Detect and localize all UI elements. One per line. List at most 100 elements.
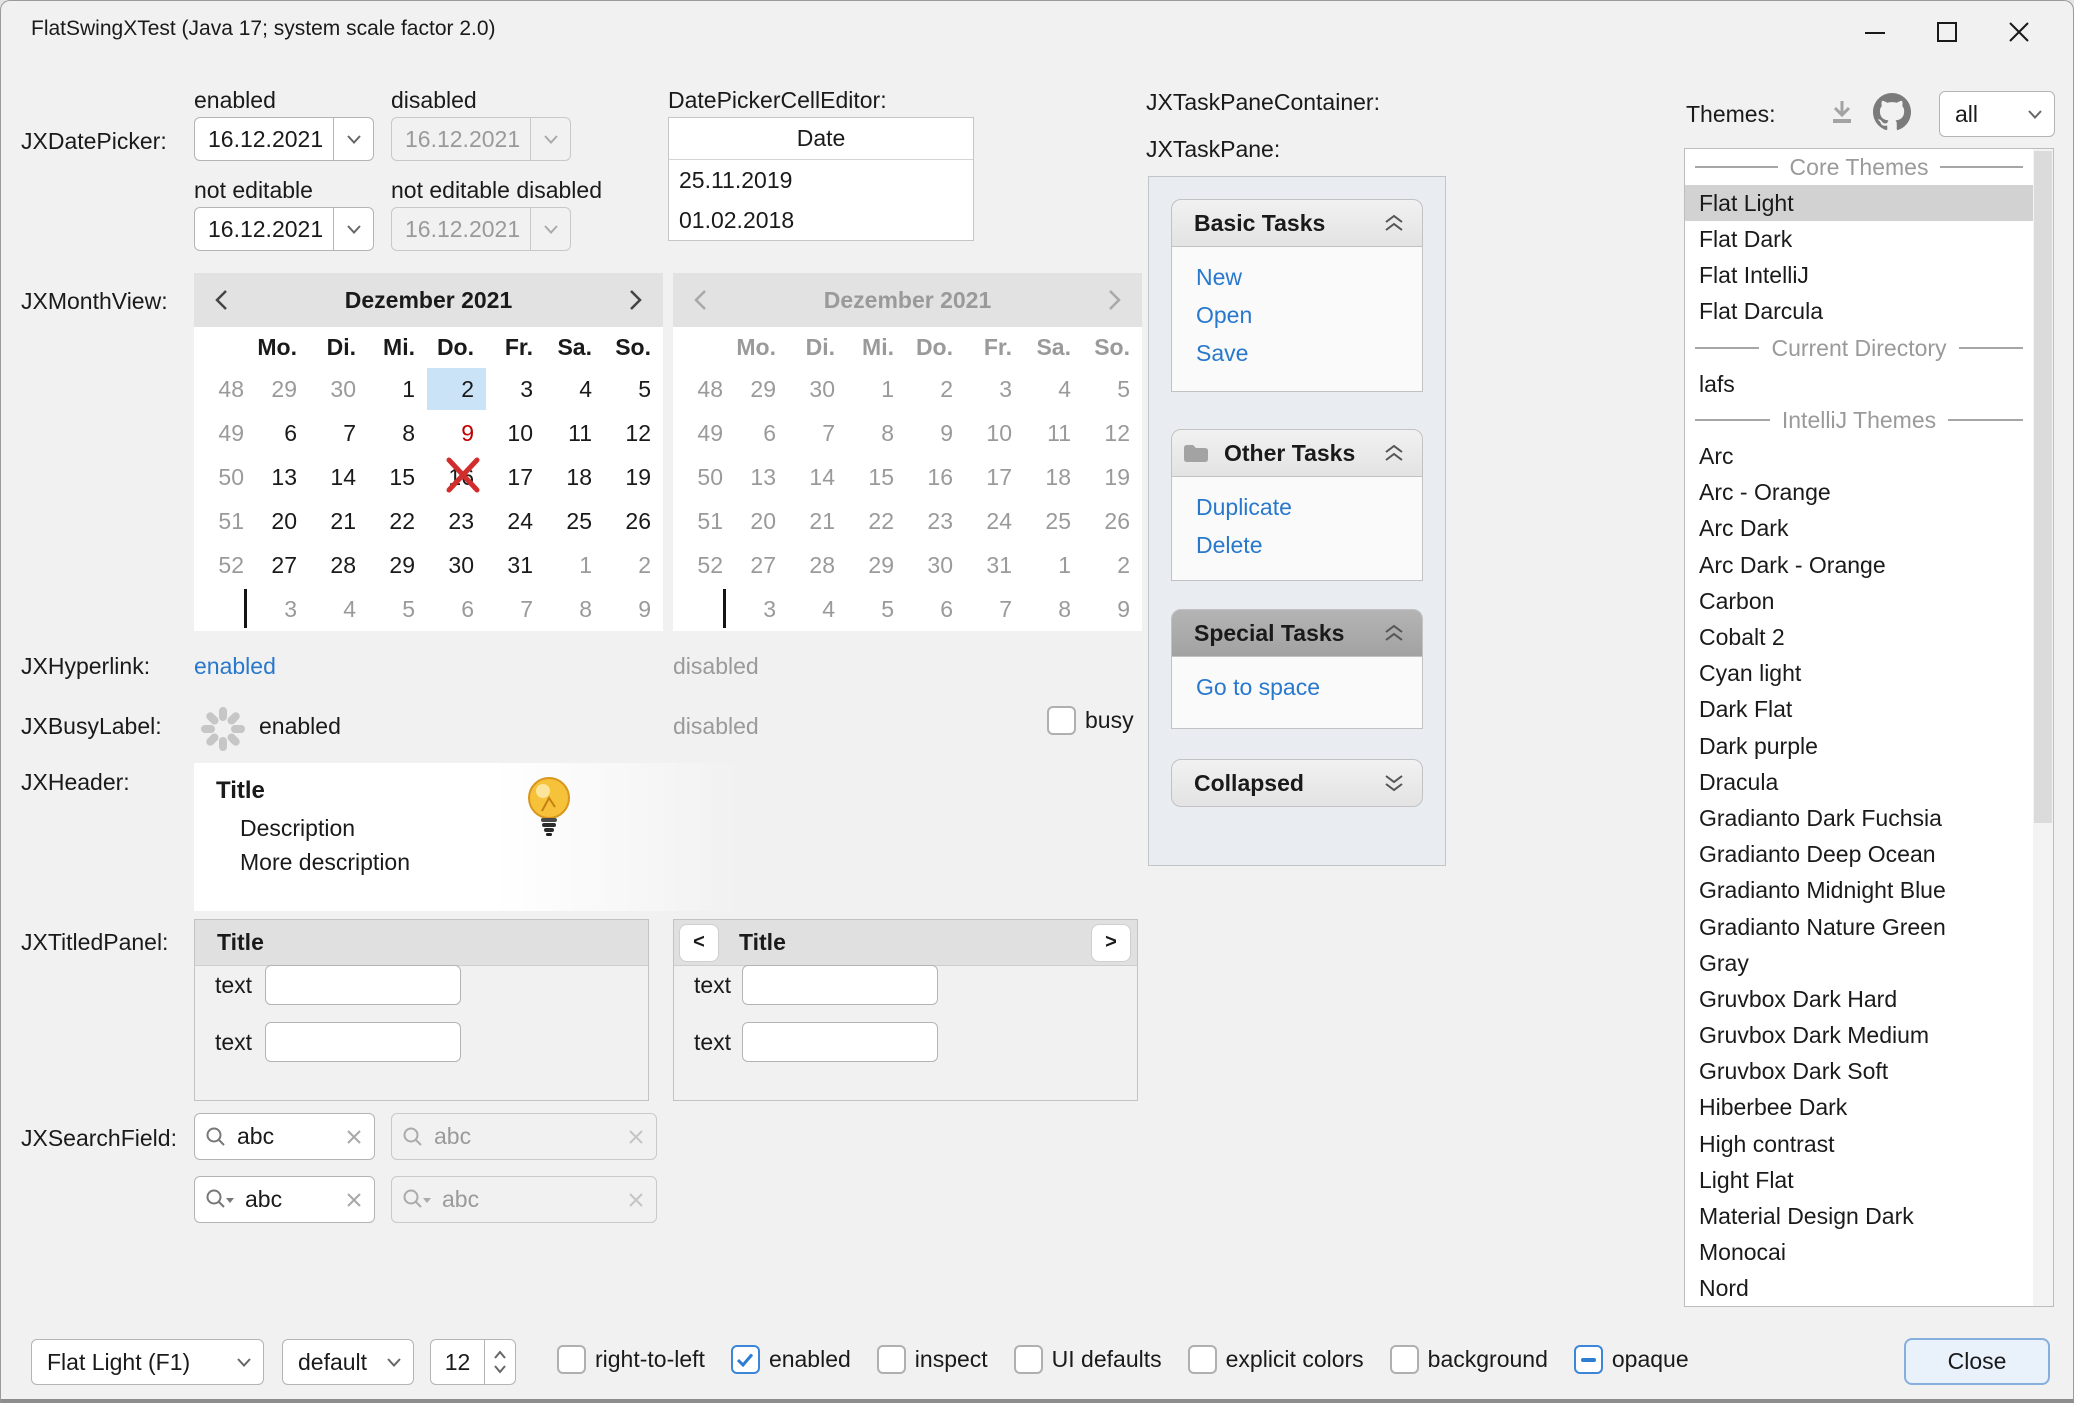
titledpanel-next-button[interactable]: >	[1091, 924, 1131, 962]
theme-list-item[interactable]: High contrast	[1685, 1126, 2033, 1162]
checkbox-explicit-colors[interactable]: explicit colors	[1188, 1345, 1364, 1374]
theme-list-item[interactable]: Arc - Orange	[1685, 475, 2033, 511]
themes-filter-combo[interactable]: all	[1939, 91, 2055, 137]
day-cell[interactable]: 18	[545, 456, 604, 498]
searchfield-menu-enabled[interactable]: abc	[194, 1176, 375, 1223]
theme-list-item[interactable]: Gradianto Midnight Blue	[1685, 873, 2033, 909]
cell-editor-row[interactable]: 25.11.2019	[669, 160, 973, 200]
day-cell[interactable]: 8	[545, 588, 604, 630]
theme-list-item[interactable]: Dark purple	[1685, 728, 2033, 764]
theme-list-item[interactable]: Flat Darcula	[1685, 294, 2033, 330]
theme-list-item[interactable]: Nord	[1685, 1271, 2033, 1307]
theme-list-item[interactable]: Material Design Dark	[1685, 1198, 2033, 1234]
day-cell[interactable]: 25	[545, 500, 604, 542]
day-cell[interactable]: 2	[604, 544, 663, 586]
searchfield-enabled[interactable]: abc	[194, 1113, 375, 1160]
theme-list-item[interactable]: Gradianto Dark Fuchsia	[1685, 800, 2033, 836]
font-size-spinner-buttons[interactable]	[484, 1340, 515, 1384]
theme-list-item[interactable]: Gray	[1685, 945, 2033, 981]
clear-icon[interactable]	[346, 1129, 362, 1145]
theme-list-item[interactable]: Gruvbox Dark Soft	[1685, 1054, 2033, 1090]
taskpane-title[interactable]: Special Tasks	[1171, 609, 1423, 657]
checkbox-box[interactable]	[1014, 1345, 1043, 1374]
taskpane-collapse-button[interactable]	[1382, 623, 1406, 643]
checkbox-box[interactable]	[1188, 1345, 1217, 1374]
day-cell[interactable]: 3	[486, 368, 545, 410]
checkbox-ui-defaults[interactable]: UI defaults	[1014, 1345, 1162, 1374]
day-cell[interactable]: 4	[309, 588, 368, 630]
taskpane-link[interactable]: Delete	[1196, 531, 1422, 560]
searchfield-menu-enabled-value[interactable]: abc	[245, 1186, 336, 1213]
checkbox-box[interactable]	[557, 1345, 586, 1374]
close-window-button[interactable]	[1995, 13, 2043, 51]
theme-list-item[interactable]: Cyan light	[1685, 656, 2033, 692]
checkbox-box[interactable]	[731, 1345, 760, 1374]
themes-list[interactable]: Core ThemesFlat LightFlat DarkFlat Intel…	[1684, 148, 2054, 1307]
titledpanel-prev-button[interactable]: <	[679, 924, 719, 962]
day-cell[interactable]: 24	[486, 500, 545, 542]
checkbox-enabled[interactable]: enabled	[731, 1345, 851, 1374]
theme-list-item[interactable]: Hiberbee Dark	[1685, 1090, 2033, 1126]
busy-checkbox[interactable]: busy	[1047, 706, 1134, 735]
day-cell[interactable]: 29	[250, 368, 309, 410]
theme-list-item[interactable]: Flat Dark	[1685, 221, 2033, 257]
checkbox-background[interactable]: background	[1390, 1345, 1548, 1374]
day-cell[interactable]: 23	[427, 500, 486, 542]
close-button[interactable]: Close	[1904, 1338, 2050, 1385]
themes-scrollbar[interactable]	[2033, 149, 2053, 1306]
theme-list-item[interactable]: Gradianto Nature Green	[1685, 909, 2033, 945]
day-cell[interactable]: 29	[368, 544, 427, 586]
checkbox-inspect[interactable]: inspect	[877, 1345, 988, 1374]
datepicker-enabled[interactable]: 16.12.2021	[194, 117, 374, 161]
minimize-button[interactable]	[1851, 13, 1899, 51]
day-cell[interactable]: 17	[486, 456, 545, 498]
theme-list-item[interactable]: Gruvbox Dark Hard	[1685, 981, 2033, 1017]
datepicker-not-editable-dropdown-button[interactable]	[333, 208, 373, 250]
checkbox-box[interactable]	[877, 1345, 906, 1374]
titledpanel-1-field1-input[interactable]	[265, 965, 461, 1005]
theme-list-item[interactable]: Flat Light	[1685, 185, 2033, 221]
day-cell[interactable]: 26	[604, 500, 663, 542]
maximize-button[interactable]	[1923, 13, 1971, 51]
day-cell[interactable]: 13	[250, 456, 309, 498]
titledpanel-2-field1-input[interactable]	[742, 965, 938, 1005]
theme-list-item[interactable]: Dracula	[1685, 764, 2033, 800]
hyperlink-enabled[interactable]: enabled	[194, 653, 276, 680]
font-size-spinner[interactable]: 12	[430, 1339, 516, 1385]
taskpane-link[interactable]: Save	[1196, 339, 1422, 368]
checkbox-right-to-left[interactable]: right-to-left	[557, 1345, 705, 1374]
theme-list-item[interactable]: Light Flat	[1685, 1162, 2033, 1198]
day-cell[interactable]: 1	[368, 368, 427, 410]
day-cell[interactable]: 5	[604, 368, 663, 410]
font-size-value[interactable]: 12	[431, 1340, 484, 1384]
day-cell[interactable]: 8	[368, 412, 427, 454]
theme-list-item[interactable]: Gradianto Deep Ocean	[1685, 837, 2033, 873]
day-cell[interactable]: 20	[250, 500, 309, 542]
font-combo[interactable]: default	[282, 1339, 414, 1385]
theme-list-item[interactable]: Cobalt 2	[1685, 619, 2033, 655]
day-cell[interactable]: 10	[486, 412, 545, 454]
day-cell[interactable]: 30	[427, 544, 486, 586]
cell-editor-row[interactable]: 01.02.2018	[669, 200, 973, 240]
day-cell[interactable]: 5	[368, 588, 427, 630]
download-themes-button[interactable]	[1827, 97, 1857, 133]
day-cell[interactable]: 2	[427, 368, 486, 410]
monthview-enabled[interactable]: Dezember 2021Mo.Di.Mi.Do.Fr.Sa.So.482930…	[194, 273, 663, 631]
theme-list-item[interactable]: Arc Dark - Orange	[1685, 547, 2033, 583]
taskpane-title[interactable]: Basic Tasks	[1171, 199, 1423, 247]
themes-scrollbar-thumb[interactable]	[2034, 151, 2052, 823]
datepicker-not-editable[interactable]: 16.12.2021	[194, 207, 374, 251]
day-cell[interactable]: 9	[427, 412, 486, 454]
theme-list-item[interactable]: Arc Dark	[1685, 511, 2033, 547]
taskpane-link[interactable]: Open	[1196, 301, 1422, 330]
theme-list-item[interactable]: lafs	[1685, 366, 2033, 402]
search-menu-icon[interactable]	[205, 1188, 235, 1212]
taskpane-link[interactable]: Duplicate	[1196, 493, 1422, 522]
day-cell[interactable]: 9	[604, 588, 663, 630]
laf-combo[interactable]: Flat Light (F1)	[31, 1339, 264, 1385]
theme-list-item[interactable]: Gruvbox Dark Medium	[1685, 1018, 2033, 1054]
day-cell[interactable]: 7	[309, 412, 368, 454]
checkbox-box[interactable]	[1390, 1345, 1419, 1374]
taskpane-collapse-button[interactable]	[1382, 773, 1406, 793]
taskpane-link[interactable]: Go to space	[1196, 673, 1422, 702]
